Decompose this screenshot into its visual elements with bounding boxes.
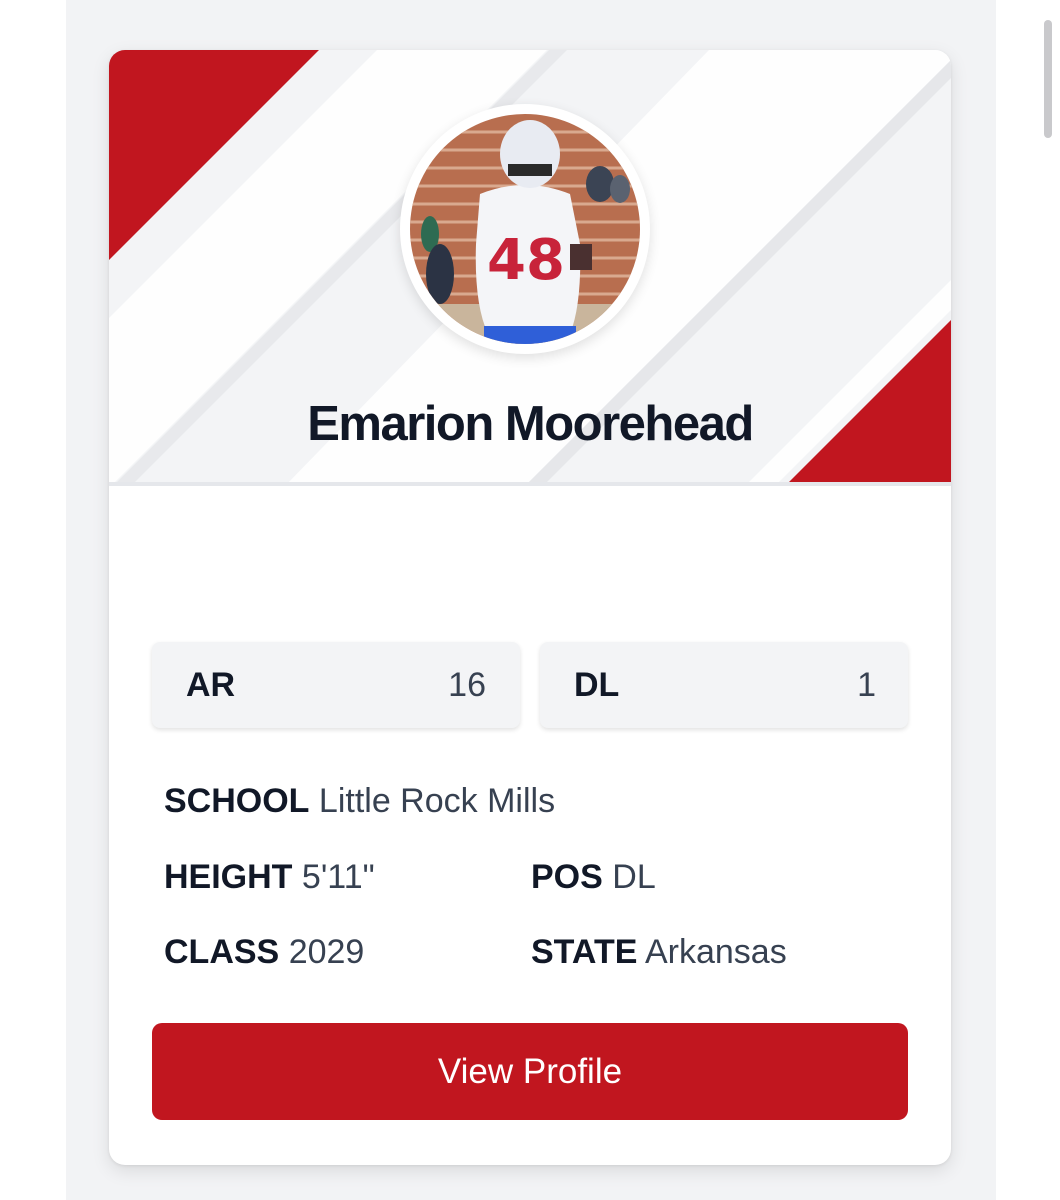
position-rank-badge: DL 1 [540,642,908,728]
height-value: 5'11" [301,858,375,896]
position-label: POS [531,858,603,896]
height-info: HEIGHT 5'11" [164,858,375,897]
position-info: POS DL [531,858,656,897]
player-card: 48 Emarion Moorehead AR 16 DL 1 SCHOOL L… [109,50,951,1165]
class-label: CLASS [164,933,280,971]
player-name: Emarion Moorehead [307,397,754,451]
state-value: Arkansas [644,933,787,971]
school-label: SCHOOL [164,782,310,820]
state-rank-label: AR [186,665,236,704]
position-rank-value: 1 [857,665,876,704]
state-rank-value: 16 [448,665,486,704]
class-info: CLASS 2029 [164,933,364,972]
class-value: 2029 [288,933,365,971]
position-value: DL [612,858,656,896]
player-photo-icon: 48 [410,114,640,344]
state-rank-badge: AR 16 [152,642,520,728]
scrollbar[interactable] [1044,20,1052,138]
avatar: 48 [400,104,650,354]
svg-text:48: 48 [487,228,565,293]
state-label: STATE [531,933,638,971]
state-info: STATE Arkansas [531,933,787,972]
school-value: Little Rock Mills [318,782,556,820]
position-rank-label: DL [574,665,620,704]
height-label: HEIGHT [164,858,293,896]
school-info: SCHOOL Little Rock Mills [164,782,555,821]
card-header: 48 Emarion Moorehead [109,50,951,486]
view-profile-button[interactable]: View Profile [152,1023,908,1120]
